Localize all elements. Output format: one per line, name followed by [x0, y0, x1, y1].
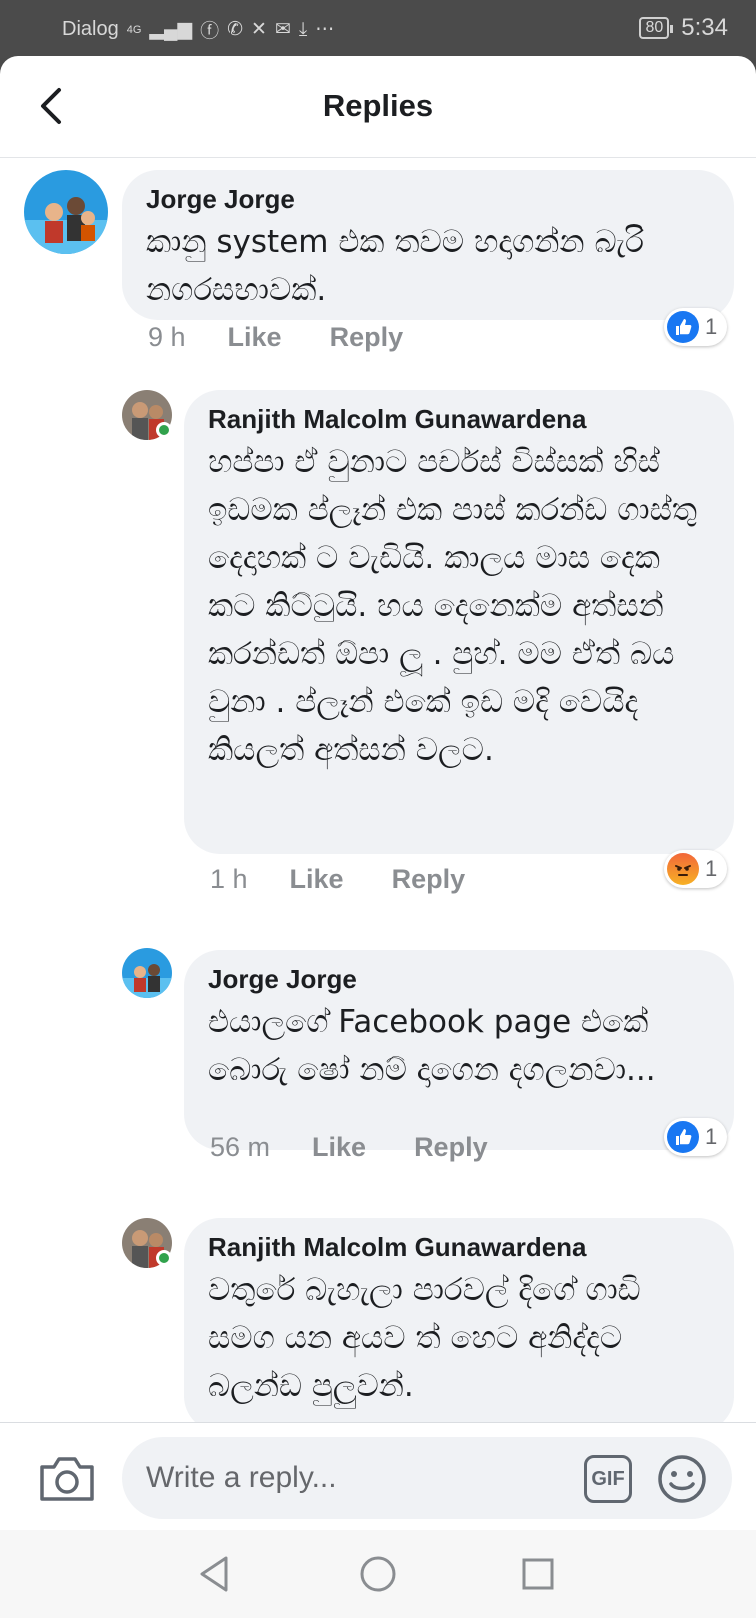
like-button[interactable]: Like: [228, 322, 282, 353]
emoji-icon: [658, 1455, 706, 1503]
comment-text: එයාලගේ Facebook page එකේ බොරු ෂෝ නම් දාග…: [208, 1004, 656, 1088]
avatar[interactable]: [24, 170, 108, 254]
comment-time[interactable]: 1 h: [210, 864, 248, 895]
nav-home-button[interactable]: [356, 1552, 400, 1596]
camera-button[interactable]: [38, 1453, 96, 1503]
mail-icon: ✉: [274, 19, 291, 40]
status-right: 80 5:34: [639, 14, 728, 42]
comment-bubble[interactable]: Jorge Jorge කානු system එක තවම හදාගන්න බ…: [122, 170, 734, 320]
reaction-count: 1: [705, 856, 718, 881]
comment-author[interactable]: Ranjith Malcolm Gunawardena: [208, 404, 710, 434]
reaction-badge[interactable]: 1: [664, 1118, 728, 1156]
more-icon: ⋯: [315, 19, 335, 40]
comment-text: වතුරේ බැහැලා පාරවල් දිගේ ගාඩි සමග යන අයව…: [208, 1272, 641, 1404]
avatar-image: [122, 948, 172, 998]
comment-bubble[interactable]: Ranjith Malcolm Gunawardena හප්පා ඒ වුනා…: [184, 390, 734, 854]
download-icon: ⤓: [298, 18, 308, 40]
reaction-badge[interactable]: 1: [664, 850, 728, 888]
like-reaction-icon: [667, 1121, 699, 1153]
comment-time[interactable]: 56 m: [210, 1132, 270, 1163]
emoji-button[interactable]: [656, 1453, 708, 1505]
reaction-badge[interactable]: 1: [664, 308, 728, 346]
comment-author[interactable]: Jorge Jorge: [208, 964, 710, 994]
battery-level: 80: [645, 19, 664, 36]
angry-reaction-icon: [667, 853, 699, 885]
online-indicator: [156, 422, 172, 438]
like-button[interactable]: Like: [312, 1132, 366, 1163]
comment-meta: 9 h Like Reply: [148, 322, 451, 353]
comment-text: හප්පා ඒ වුනාට පර්චස් විස්සක් හිස් ඉඩමක ප…: [208, 444, 698, 768]
avatar[interactable]: [122, 948, 172, 998]
reply-input-container: GIF: [122, 1437, 732, 1519]
comment-bubble[interactable]: Jorge Jorge එයාලගේ Facebook page එකේ බොර…: [184, 950, 734, 1150]
reply-button[interactable]: Reply: [392, 864, 466, 895]
online-indicator: [156, 1250, 172, 1266]
comment-meta: 56 m Like Reply: [210, 1132, 536, 1163]
gif-button[interactable]: GIF: [584, 1455, 632, 1503]
camera-icon: [40, 1457, 94, 1501]
reply-button[interactable]: Reply: [414, 1132, 488, 1163]
carrier-label: Dialog: [62, 18, 119, 40]
like-reaction-icon: [667, 311, 699, 343]
avatar-image: [24, 170, 108, 254]
clock: 5:34: [681, 14, 728, 41]
viber-icon: ✆: [227, 19, 244, 40]
gif-label: GIF: [591, 1467, 625, 1490]
status-bar: Dialog 4G ▂▄▆ ⓕ ✆ ✕ ✉ ⤓ ⋯ 80 5:34: [0, 0, 756, 58]
comment-author[interactable]: Jorge Jorge: [146, 184, 710, 214]
nav-home-icon: [360, 1556, 396, 1592]
nav-recents-button[interactable]: [516, 1552, 560, 1596]
comment-text: කානු system එක තවම හදාගන්න බැරි නගරසභාවක…: [146, 224, 645, 308]
comment-author[interactable]: Ranjith Malcolm Gunawardena: [208, 1232, 710, 1262]
comment-bubble[interactable]: Ranjith Malcolm Gunawardena වතුරේ බැහැලා…: [184, 1218, 734, 1432]
nav-back-button[interactable]: [194, 1552, 238, 1596]
reply-button[interactable]: Reply: [330, 322, 404, 353]
comment-meta: 1 h Like Reply: [210, 864, 513, 895]
reply-input[interactable]: [146, 1455, 546, 1501]
system-nav-bar: [0, 1530, 756, 1618]
nav-back-icon: [200, 1556, 228, 1592]
replies-sheet: Replies Jorge Jorge කානු system එක තවම හ…: [0, 56, 756, 1618]
reaction-count: 1: [705, 314, 718, 339]
signal-icon: ▂▄▆: [149, 19, 193, 40]
comment-time[interactable]: 9 h: [148, 322, 186, 353]
reaction-count: 1: [705, 1124, 718, 1149]
status-left: Dialog 4G ▂▄▆ ⓕ ✆ ✕ ✉ ⤓ ⋯: [62, 16, 334, 43]
facebook-icon: ⓕ: [200, 21, 220, 42]
like-button[interactable]: Like: [290, 864, 344, 895]
page-title: Replies: [322, 88, 434, 123]
nav-recents-icon: [522, 1558, 554, 1590]
battery-icon: 80: [639, 17, 674, 39]
header: Replies: [0, 56, 756, 158]
reply-composer: GIF: [0, 1422, 756, 1530]
network-label: 4G: [126, 23, 142, 36]
missed-call-icon: ✕: [251, 19, 267, 40]
